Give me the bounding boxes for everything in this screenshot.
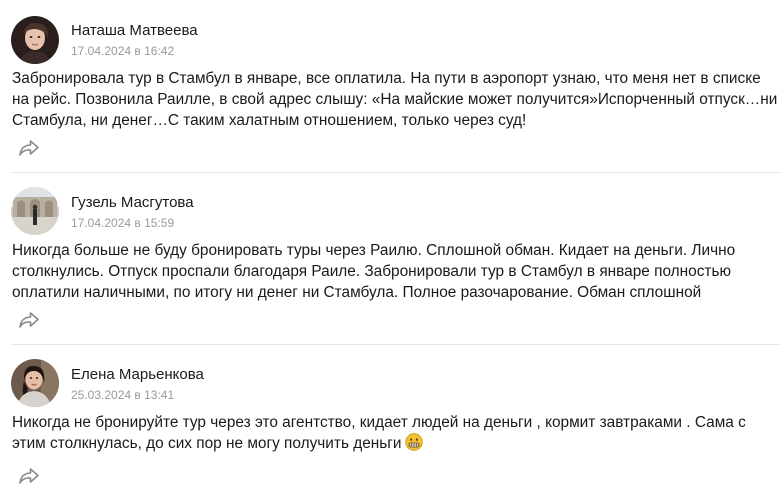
- share-button[interactable]: [18, 311, 40, 329]
- review-text: Забронировала тур в Стамбул в январе, вс…: [12, 70, 778, 129]
- share-icon: [19, 140, 39, 156]
- divider: [11, 172, 780, 173]
- divider: [11, 344, 780, 345]
- avatar[interactable]: [11, 16, 59, 64]
- author-name[interactable]: Гузель Масгутова: [71, 194, 194, 211]
- review-date: 17.04.2024 в 16:42: [71, 44, 175, 58]
- share-icon: [19, 468, 39, 484]
- share-icon: [19, 312, 39, 328]
- share-button[interactable]: [18, 467, 40, 485]
- grimacing-face-icon: [404, 433, 423, 451]
- share-button[interactable]: [18, 139, 40, 157]
- author-name[interactable]: Наташа Матвеева: [71, 22, 198, 39]
- avatar[interactable]: [11, 187, 59, 235]
- review-date: 25.03.2024 в 13:41: [71, 388, 175, 402]
- review-text-content: Никогда не бронируйте тур через это аген…: [12, 414, 746, 452]
- review-date: 17.04.2024 в 15:59: [71, 216, 175, 230]
- review-text: Никогда больше не буду бронировать туры …: [12, 242, 736, 301]
- review-text: Никогда не бронируйте тур через это аген…: [12, 412, 780, 454]
- avatar[interactable]: [11, 359, 59, 407]
- author-name[interactable]: Елена Марьенкова: [71, 366, 204, 383]
